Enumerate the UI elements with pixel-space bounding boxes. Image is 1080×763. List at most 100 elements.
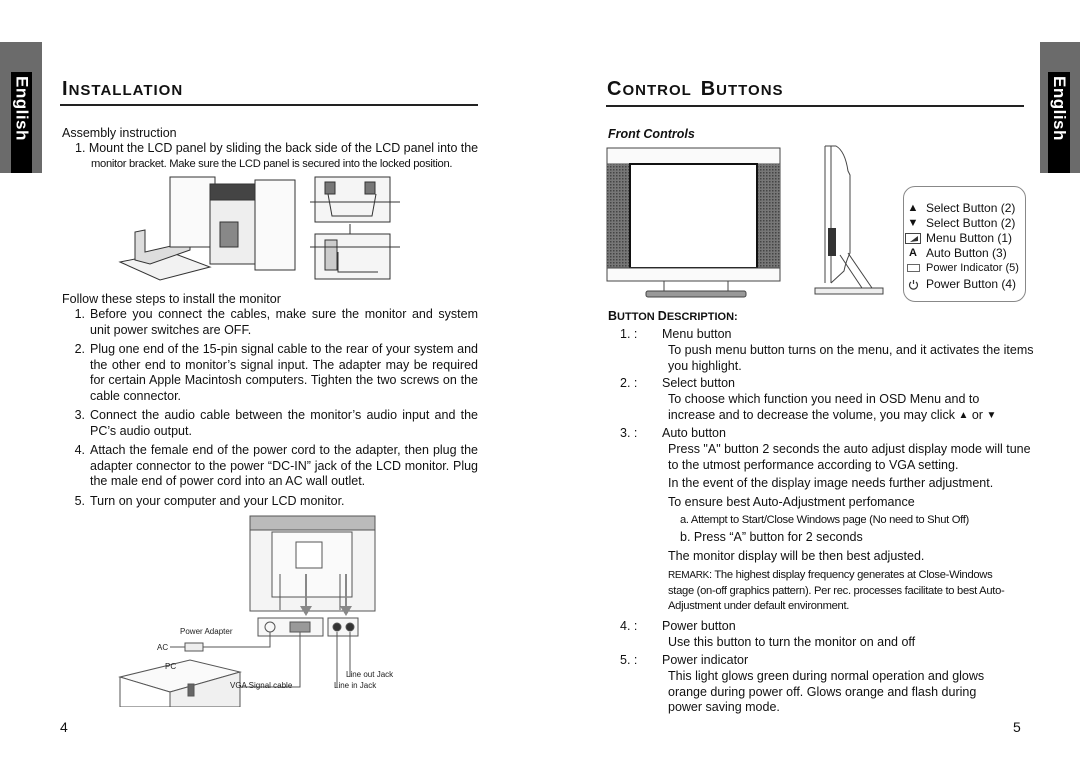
desc-subitem: b. Press “A” button for 2 seconds <box>680 530 863 544</box>
language-tab-left-label: English <box>12 76 32 141</box>
legend-label: Select Button (2) <box>926 201 1016 215</box>
cable-connection-diagram: Power Adapter AC PC VGA Signal cable Lin… <box>118 515 394 707</box>
language-tab-left: English <box>11 72 32 173</box>
legend-item-select-down: ▼ Select Button (2) <box>905 216 1016 230</box>
legend-item-power-button: Power Button (4) <box>905 277 1016 291</box>
ac-label: AC <box>157 643 168 652</box>
desc-select-button: 2. : Select button To choose which funct… <box>620 376 1040 426</box>
assembly-heading: Assembly instruction <box>62 126 177 140</box>
installation-title: INSTALLATION <box>62 78 183 101</box>
desc-subitem: a. Attempt to Start/Close Windows page (… <box>680 514 969 526</box>
step-number: 4. <box>74 443 85 457</box>
desc-title: Auto button <box>662 426 726 440</box>
legend-label: Menu Button (1) <box>926 231 1013 245</box>
desc-or: or <box>971 407 983 422</box>
desc-menu-button: 1. : Menu button To push menu button tur… <box>620 327 1040 377</box>
step-text: Attach the female end of the power cord … <box>90 443 478 488</box>
installation-title-rule <box>60 104 478 106</box>
step-text: Plug one end of the 15-pin signal cable … <box>90 342 478 403</box>
heading-rest: UTTON <box>617 311 658 323</box>
heading-initial: D <box>657 309 667 323</box>
desc-text: To push menu button turns on the menu, a… <box>668 343 1034 373</box>
desc-title: Power button <box>662 619 736 633</box>
desc-number: 1. : <box>620 327 638 341</box>
bracket-assembly-illustration <box>118 176 400 281</box>
assembly-step-1: 1. Mount the LCD panel by sliding the ba… <box>75 141 480 157</box>
triangle-down-icon: ▼ <box>986 409 997 421</box>
language-tab-right: English <box>1048 72 1070 173</box>
remark-text: REMARK: The highest display frequency ge… <box>668 568 1020 615</box>
desc-number: 2. : <box>620 376 638 390</box>
title-initial: C <box>607 78 623 100</box>
install-step: 2. Plug one end of the 15-pin signal cabl… <box>70 342 478 404</box>
desc-text: This light glows green during normal ope… <box>668 669 985 714</box>
desc-text: Press "A" button 2 seconds the auto adju… <box>668 442 1031 472</box>
desc-line: To choose which function you need in OSD… <box>668 392 980 406</box>
button-description-heading: BUTTON DESCRIPTION: <box>608 309 738 323</box>
power-icon <box>905 278 921 290</box>
line-in-jack-label: Line in Jack <box>334 681 377 690</box>
title-rest: UTTONS <box>716 82 784 99</box>
monitor-front-view <box>606 147 781 298</box>
legend-item-power-indicator: Power Indicator (5) <box>905 262 1019 274</box>
step-number: 5. <box>74 493 85 508</box>
pc-label: PC <box>165 662 176 671</box>
desc-text: To choose which function you need in OSD… <box>668 392 1038 423</box>
legend-label: Select Button (2) <box>926 216 1016 230</box>
title-rest: NSTALLATION <box>68 82 184 99</box>
power-indicator-icon <box>905 262 921 274</box>
install-heading: Follow these steps to install the monito… <box>62 292 281 306</box>
assembly-step-1-line1: Mount the LCD panel by sliding the back … <box>88 141 479 155</box>
desc-auto-button: 3. : Auto button Press "A" button 2 seco… <box>620 426 1040 616</box>
auto-a-icon: A <box>909 247 917 259</box>
desc-number: 5. : <box>620 653 638 667</box>
desc-title: Menu button <box>662 327 732 341</box>
step-number: 2. <box>74 342 85 356</box>
triangle-up-icon: ▲ <box>958 409 969 421</box>
assembly-step-1-num: 1. <box>75 141 86 155</box>
install-steps-list: 1. Before you connect the cables, make su… <box>70 307 478 513</box>
desc-power-button: 4. : Power button Use this button to tur… <box>620 619 1040 655</box>
desc-text: To ensure best Auto-Adjustment perfomanc… <box>668 495 915 509</box>
monitor-side-view <box>814 145 884 295</box>
desc-text: The monitor display will be then best ad… <box>668 549 925 563</box>
step-text: Connect the audio cable between the moni… <box>90 408 478 438</box>
heading-rest: ESCRIPTION: <box>666 311 738 323</box>
step-number: 1. <box>74 307 85 321</box>
install-step: 4. Attach the female end of the power cor… <box>70 443 478 490</box>
menu-icon <box>905 232 921 244</box>
legend-item-auto: A Auto Button (3) <box>905 246 1007 260</box>
remark-label: REMARK <box>668 570 709 581</box>
legend-label: Power Indicator (5) <box>926 262 1019 274</box>
desc-text: Use this button to turn the monitor on a… <box>668 635 916 649</box>
desc-title: Select button <box>662 376 735 390</box>
vga-cable-label: VGA Signal cable <box>230 681 293 690</box>
assembly-step-1-line2: monitor bracket. Make sure the LCD panel… <box>91 158 453 170</box>
triangle-down-icon: ▼ <box>907 217 919 229</box>
power-adapter-label: Power Adapter <box>180 627 233 636</box>
control-buttons-title-rule <box>606 105 1024 107</box>
title-initial: B <box>700 78 717 100</box>
line-out-jack-label: Line out Jack <box>346 670 394 679</box>
remark-body: : The highest display frequency generate… <box>668 569 1005 612</box>
triangle-up-icon: ▲ <box>907 202 919 214</box>
desc-number: 4. : <box>620 619 638 633</box>
page-number-right: 5 <box>1013 719 1021 735</box>
step-number: 3. <box>74 408 85 422</box>
front-controls-label: Front Controls <box>608 127 695 141</box>
legend-item-menu: Menu Button (1) <box>905 231 1012 245</box>
control-buttons-title: CONTROL BUTTONS <box>607 78 784 101</box>
step-text: Turn on your computer and your LCD monit… <box>90 493 345 508</box>
install-step: 3. Connect the audio cable between the mo… <box>70 408 478 439</box>
install-step: 5. Turn on your computer and your LCD mon… <box>70 494 478 510</box>
heading-initial: B <box>608 309 618 323</box>
desc-text: In the event of the display image needs … <box>668 476 994 490</box>
page-number-left: 4 <box>60 719 68 735</box>
legend-label: Auto Button (3) <box>926 246 1007 260</box>
legend-item-select-up: ▲ Select Button (2) <box>905 201 1016 215</box>
step-text: Before you connect the cables, make sure… <box>90 307 478 337</box>
language-tab-right-label: English <box>1050 76 1069 141</box>
install-step: 1. Before you connect the cables, make su… <box>70 307 478 338</box>
desc-line: increase and to decrease the volume, you… <box>668 407 955 422</box>
title-rest: ONTROL <box>622 82 692 99</box>
